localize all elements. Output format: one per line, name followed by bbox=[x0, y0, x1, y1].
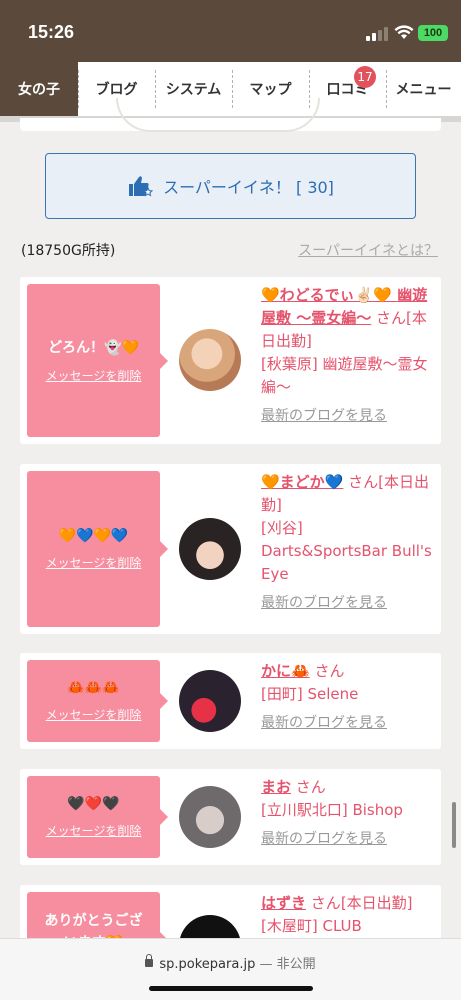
message-bubble: 🦀🦀🦀 メッセージを削除 bbox=[27, 660, 168, 742]
girl-info: まお さん [立川駅北口] Bishop 最新のブログを見る bbox=[261, 776, 433, 851]
nav-tab-reviews[interactable]: 口コミ 17 bbox=[309, 62, 386, 116]
delete-message-link[interactable]: メッセージを削除 bbox=[46, 367, 142, 384]
shop-name: [秋葉原] 幽遊屋敷〜霊女編〜 bbox=[261, 355, 428, 396]
girl-name-link[interactable]: はずき bbox=[261, 894, 306, 912]
home-indicator[interactable] bbox=[149, 986, 313, 991]
message-card: 🧡💙🧡💙 メッセージを削除 🧡まどか💙 さん[本日出勤] [刈谷] Darts&… bbox=[20, 464, 441, 634]
avatar[interactable] bbox=[179, 518, 241, 580]
shop-name: [木屋町] CLUB bbox=[261, 917, 362, 935]
wifi-icon bbox=[394, 25, 414, 39]
previous-section-edge bbox=[20, 98, 441, 132]
message-card: どろん！👻🧡 メッセージを削除 🧡わどるでぃ✌🏻🧡 幽遊屋敷 〜霊女編〜 さん[… bbox=[20, 277, 441, 444]
thumbs-up-icon bbox=[129, 176, 154, 197]
girl-info: 🧡まどか💙 さん[本日出勤] [刈谷] Darts&SportsBar Bull… bbox=[261, 471, 433, 615]
nav-tab-menu[interactable]: メニュー bbox=[386, 62, 461, 116]
nav-tab-girls[interactable]: 女の子 bbox=[0, 62, 78, 116]
girl-info: かに🦀 さん [田町] Selene 最新のブログを見る bbox=[261, 660, 433, 735]
avatar[interactable] bbox=[179, 786, 241, 848]
nav-label: 女の子 bbox=[18, 82, 60, 98]
message-bubble: 🖤❤️🖤 メッセージを削除 bbox=[27, 776, 168, 858]
super-iine-button[interactable]: スーパーイイネ！ [ 30] bbox=[45, 153, 416, 219]
attendance-status: [本日出勤] bbox=[340, 894, 413, 912]
lock-icon bbox=[145, 954, 154, 967]
nav-label: ブログ bbox=[95, 82, 138, 98]
honorific: さん bbox=[376, 309, 407, 327]
avatar[interactable] bbox=[179, 670, 241, 732]
message-text: 🧡💙🧡💙 bbox=[58, 527, 129, 544]
message-text: 🖤❤️🖤 bbox=[67, 795, 120, 812]
honorific: さん bbox=[314, 662, 345, 680]
girl-info: はずき さん[本日出勤] [木屋町] CLUB bbox=[261, 892, 433, 938]
delete-message-link[interactable]: メッセージを削除 bbox=[46, 554, 142, 571]
nav-label: メニュー bbox=[395, 82, 452, 98]
girl-name-link[interactable]: かに🦀 bbox=[261, 662, 310, 680]
message-card: 🦀🦀🦀 メッセージを削除 かに🦀 さん [田町] Selene 最新のブログを見… bbox=[20, 653, 441, 749]
points-balance: (18750G所持) bbox=[21, 243, 116, 259]
girl-name-link[interactable]: まお bbox=[261, 778, 291, 796]
url-text: sp.pokepara.jp bbox=[159, 957, 256, 972]
latest-blog-link[interactable]: 最新のブログを見る bbox=[261, 592, 433, 615]
what-is-super-iine-link[interactable]: スーパーイイネとは？ bbox=[298, 240, 438, 260]
honorific: さん bbox=[310, 894, 341, 912]
message-card: 🖤❤️🖤 メッセージを削除 まお さん [立川駅北口] Bishop 最新のブロ… bbox=[20, 769, 441, 865]
status-bar: 15:26 100 bbox=[0, 0, 461, 62]
shop-name: [刈谷] Darts&SportsBar Bull's Eye bbox=[261, 519, 432, 583]
honorific: さん bbox=[295, 778, 326, 796]
message-bubble: 🧡💙🧡💙 メッセージを削除 bbox=[27, 471, 168, 627]
girl-info: 🧡わどるでぃ✌🏻🧡 幽遊屋敷 〜霊女編〜 さん[本日出勤] [秋葉原] 幽遊屋敷… bbox=[261, 284, 433, 428]
girl-name-link[interactable]: 🧡まどか💙 bbox=[261, 473, 343, 491]
status-time: 15:26 bbox=[28, 22, 75, 42]
super-iine-label: スーパーイイネ！ [ 30] bbox=[163, 178, 334, 197]
shop-name: [立川駅北口] Bishop bbox=[261, 801, 403, 819]
message-bubble: どろん！👻🧡 メッセージを削除 bbox=[27, 284, 168, 437]
delete-message-link[interactable]: メッセージを削除 bbox=[46, 822, 142, 839]
battery-icon: 100 bbox=[418, 25, 448, 41]
message-text: どろん！👻🧡 bbox=[48, 340, 139, 356]
latest-blog-link[interactable]: 最新のブログを見る bbox=[261, 828, 433, 851]
nav-label: システム bbox=[165, 82, 222, 98]
url-private-label: — 非公開 bbox=[259, 957, 316, 972]
message-text: 🦀🦀🦀 bbox=[67, 679, 120, 696]
avatar[interactable] bbox=[179, 329, 241, 391]
scrollbar[interactable] bbox=[452, 802, 456, 848]
delete-message-link[interactable]: メッセージを削除 bbox=[46, 706, 142, 723]
latest-blog-link[interactable]: 最新のブログを見る bbox=[261, 712, 433, 735]
honorific: さん bbox=[348, 473, 379, 491]
shop-name: [田町] Selene bbox=[261, 685, 359, 703]
latest-blog-link[interactable]: 最新のブログを見る bbox=[261, 405, 433, 428]
url-display: sp.pokepara.jp — 非公開 bbox=[0, 953, 461, 972]
signal-icon bbox=[366, 27, 388, 41]
nav-label: マップ bbox=[249, 82, 292, 98]
reviews-count-badge: 17 bbox=[354, 66, 376, 88]
